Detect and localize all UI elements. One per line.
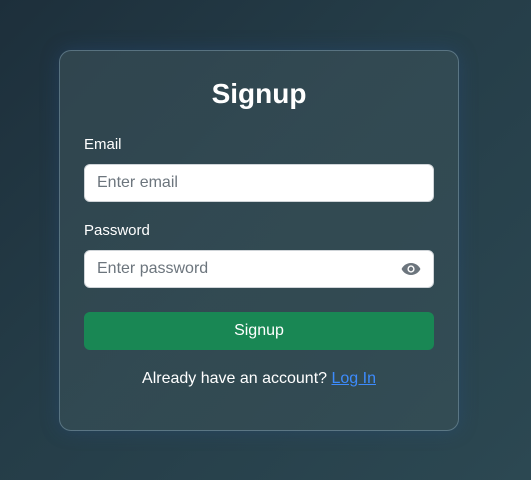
- page-title: Signup: [211, 78, 307, 109]
- password-field[interactable]: [84, 250, 434, 288]
- signup-button[interactable]: Signup: [84, 312, 434, 350]
- signup-card: Signup Email Password Signup Already hav…: [59, 50, 459, 431]
- login-link[interactable]: Log In: [331, 370, 375, 387]
- login-prompt-text: Already have an account?: [142, 370, 328, 387]
- password-label: Password: [84, 222, 150, 239]
- login-prompt: Already have an account? Log In: [60, 369, 458, 389]
- eye-icon[interactable]: [401, 262, 421, 276]
- email-field[interactable]: [84, 164, 434, 202]
- email-label: Email: [84, 136, 122, 153]
